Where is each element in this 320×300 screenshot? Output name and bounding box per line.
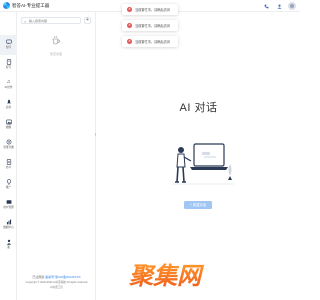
rail-item-users[interactable]: 用户管理	[0, 195, 17, 215]
rail-item-promote[interactable]: 推广	[0, 175, 17, 195]
empty-cup-icon	[52, 35, 60, 45]
mindmap-icon	[5, 138, 12, 145]
main-area: AI 对话 + 新建对话	[97, 12, 300, 300]
profile-icon	[5, 238, 12, 245]
users-icon	[5, 198, 12, 205]
doc-icon	[5, 158, 12, 165]
avatar[interactable]	[288, 2, 296, 10]
toast-message: 当前繁忙中，请稍后访问	[135, 24, 171, 28]
app-window: 智答AI-专业提工器 智问 智写 ♫ AI创作 应用 图像 思维导图 办公 推广…	[0, 0, 300, 300]
left-rail: 智问 智写 ♫ AI创作 应用 图像 思维导图 办公 推广 用户管理 数据中心 …	[0, 12, 17, 300]
rail-item-apps[interactable]: 应用	[0, 95, 17, 115]
rail-label: 图像	[5, 126, 12, 129]
error-toast: × 当前繁忙中，请稍后访问	[122, 20, 178, 31]
footer-link-2[interactable]: 备案号:浙ICP备2024XXXX	[45, 275, 81, 279]
error-toast: × 当前繁忙中，请稍后访问	[122, 4, 178, 15]
error-icon: ×	[127, 39, 132, 44]
rail-item-profile[interactable]: 我	[0, 235, 17, 255]
rail-label: 数据中心	[3, 226, 14, 229]
rail-label: 智写	[5, 66, 12, 69]
rail-label: 我	[7, 246, 10, 249]
user-icon[interactable]	[275, 2, 283, 10]
new-chat-button[interactable]: + 新建对话	[184, 201, 212, 209]
app-title: 智答AI-专业提工器	[12, 3, 50, 8]
error-icon: ×	[127, 23, 132, 28]
rail-item-office[interactable]: 办公	[0, 155, 17, 175]
rail-label: 智问	[5, 46, 12, 49]
add-conversation-button[interactable]: +	[84, 17, 91, 24]
rail-label: 思维导图	[3, 146, 14, 149]
person-laptop-illustration	[172, 143, 234, 185]
rail-item-create[interactable]: ♫ AI创作	[0, 75, 17, 95]
rail-item-chat[interactable]: 智问	[0, 35, 17, 55]
rail-item-data[interactable]: 数据中心	[0, 215, 17, 235]
music-icon: ♫	[6, 78, 11, 85]
rail-label: 应用	[5, 106, 12, 109]
search-box: ⌕	[21, 17, 81, 24]
search-input[interactable]	[29, 18, 79, 23]
page-title: AI 对话	[179, 102, 218, 114]
toast-message: 当前繁忙中，请稍后访问	[135, 8, 171, 12]
book-icon	[5, 58, 12, 65]
rail-label: 办公	[5, 166, 12, 169]
toast-message: 当前繁忙中，请稍后访问	[135, 40, 171, 44]
error-toast: × 当前繁忙中，请稍后访问	[122, 36, 178, 47]
rail-item-image[interactable]: 图像	[0, 115, 17, 135]
panel-footer: 已过隔篇 备案号:浙ICP备2024XXXX Copyright © 2023-…	[17, 275, 96, 289]
rail-label: 用户管理	[3, 206, 14, 209]
search-icon: ⌕	[24, 18, 27, 24]
empty-state: 暂无对话	[41, 32, 71, 56]
error-icon: ×	[127, 7, 132, 12]
image-icon	[5, 118, 12, 125]
chat-icon	[5, 38, 12, 45]
rail-label: AI创作	[4, 86, 13, 89]
rail-label: 推广	[5, 186, 12, 189]
phone-icon[interactable]	[262, 2, 270, 10]
rail-item-mindmap[interactable]: 思维导图	[0, 135, 17, 155]
share-icon	[5, 178, 12, 185]
rail-item-write[interactable]: 智写	[0, 55, 17, 75]
conversation-panel: ⌕ + 暂无对话	[17, 12, 96, 300]
footer-links: 已过隔篇 备案号:浙ICP备2024XXXX	[17, 275, 96, 279]
footer-link-1[interactable]: 已过隔篇	[32, 275, 44, 279]
data-icon	[5, 218, 12, 225]
watermark-logo: 聚集网	[128, 262, 205, 288]
empty-text: 暂无对话	[49, 52, 62, 56]
svg-text:聚集网: 聚集网	[128, 262, 205, 288]
rocket-icon	[5, 98, 12, 105]
app-logo	[3, 2, 10, 9]
footer-sub-text: AI对话工具	[50, 285, 63, 289]
